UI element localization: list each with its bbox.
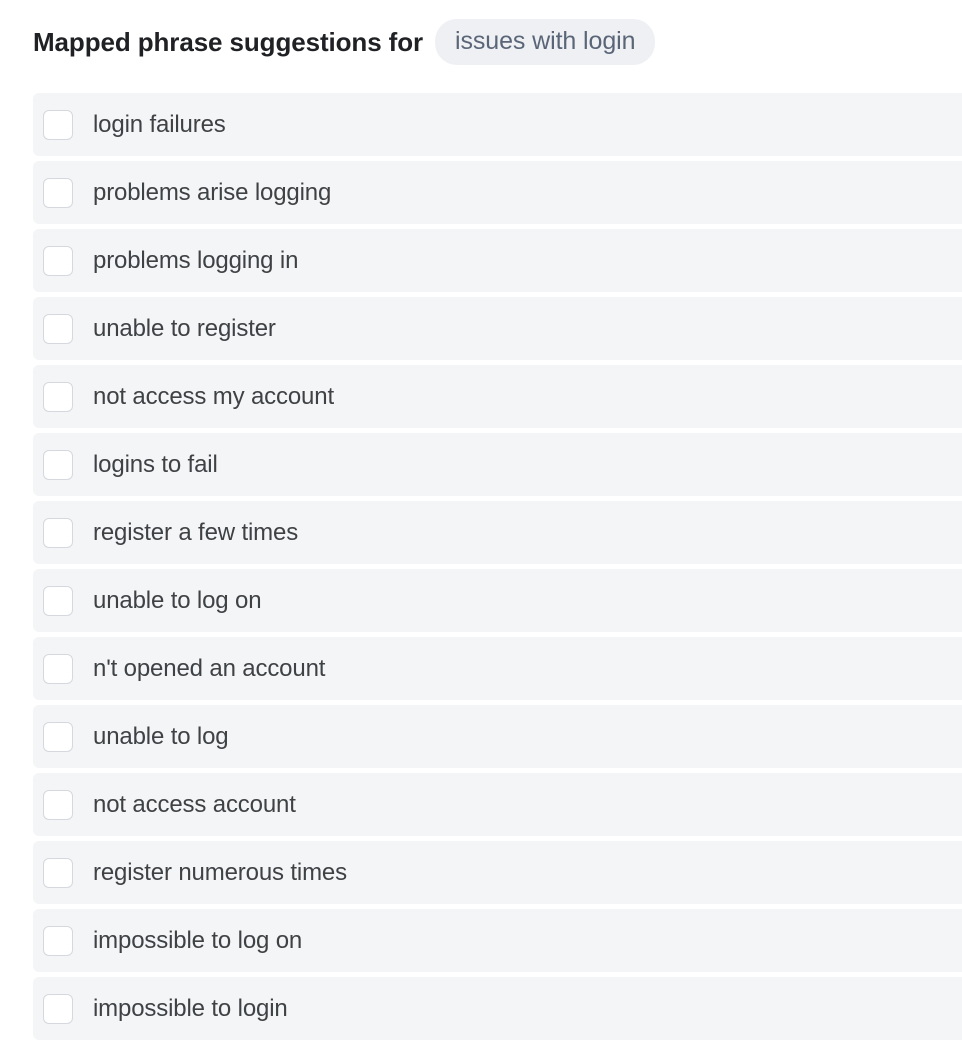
suggestion-checkbox[interactable] [43, 177, 73, 208]
suggestion-label: n't opened an account [93, 654, 326, 682]
suggestion-checkbox[interactable] [43, 653, 73, 684]
suggestions-page: Mapped phrase suggestions for issues wit… [0, 0, 962, 1044]
suggestion-checkbox[interactable] [43, 721, 73, 752]
suggestion-checkbox[interactable] [43, 857, 73, 888]
suggestion-checkbox[interactable] [43, 585, 73, 616]
suggestion-label: unable to log on [93, 586, 262, 614]
query-phrase-badge: issues with login [435, 19, 656, 65]
page-title: Mapped phrase suggestions for [33, 27, 424, 57]
suggestion-checkbox[interactable] [43, 789, 73, 820]
suggestion-row[interactable]: unable to log on [33, 569, 962, 632]
suggestion-checkbox[interactable] [43, 517, 73, 548]
suggestion-row[interactable]: impossible to login [33, 977, 962, 1040]
suggestion-row[interactable]: register numerous times [33, 841, 962, 904]
suggestion-label: unable to log [93, 722, 229, 750]
suggestion-row[interactable]: impossible to log on [33, 909, 962, 972]
suggestion-label: impossible to login [93, 994, 288, 1022]
suggestion-row[interactable]: register a few times [33, 501, 962, 564]
page-header: Mapped phrase suggestions for issues wit… [33, 19, 656, 65]
suggestion-checkbox[interactable] [43, 109, 73, 140]
suggestion-label: not access my account [93, 382, 334, 410]
suggestion-row[interactable]: problems logging in [33, 229, 962, 292]
suggestion-checkbox[interactable] [43, 245, 73, 276]
suggestion-checkbox[interactable] [43, 449, 73, 480]
suggestion-checkbox[interactable] [43, 313, 73, 344]
suggestion-label: unable to register [93, 314, 276, 342]
suggestion-label: problems arise logging [93, 178, 332, 206]
suggestion-checkbox[interactable] [43, 925, 73, 956]
suggestion-list: login failures problems arise logging prob… [33, 93, 962, 1044]
suggestion-label: impossible to log on [93, 926, 303, 954]
suggestion-label: logins to fail [93, 450, 218, 478]
suggestion-row[interactable]: not access my account [33, 365, 962, 428]
suggestion-label: register numerous times [93, 858, 347, 886]
suggestion-label: login failures [93, 110, 226, 138]
suggestion-checkbox[interactable] [43, 993, 73, 1024]
suggestion-label: register a few times [93, 518, 299, 546]
suggestion-row[interactable]: problems arise logging [33, 161, 962, 224]
suggestion-row[interactable]: not access account [33, 773, 962, 836]
suggestion-row[interactable]: login failures [33, 93, 962, 156]
suggestion-label: not access account [93, 790, 296, 818]
suggestion-checkbox[interactable] [43, 381, 73, 412]
suggestion-row[interactable]: n't opened an account [33, 637, 962, 700]
suggestion-row[interactable]: unable to log [33, 705, 962, 768]
suggestion-row[interactable]: logins to fail [33, 433, 962, 496]
suggestion-row[interactable]: unable to register [33, 297, 962, 360]
suggestion-label: problems logging in [93, 246, 299, 274]
